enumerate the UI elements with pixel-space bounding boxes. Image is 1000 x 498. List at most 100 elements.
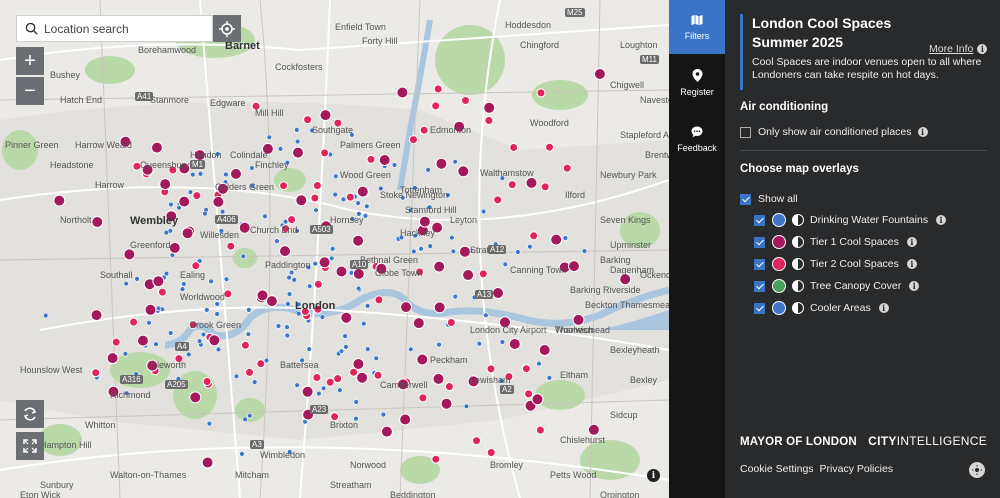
tier-1-cool-space-marker[interactable] xyxy=(418,215,431,228)
info-icon[interactable]: i xyxy=(906,237,917,247)
overlay-row[interactable]: Tier 2 Cool Spaces i xyxy=(754,257,917,271)
drinking-fountain-marker[interactable] xyxy=(362,213,369,219)
tier-1-cool-space-marker[interactable] xyxy=(467,375,480,388)
tier-2-cool-space-marker[interactable] xyxy=(484,116,494,125)
tier-1-cool-space-marker[interactable] xyxy=(178,162,191,175)
tier-2-cool-space-marker[interactable] xyxy=(444,382,454,392)
drinking-fountain-marker[interactable] xyxy=(316,390,322,397)
tier-2-cool-space-marker[interactable] xyxy=(240,340,250,350)
drinking-fountain-marker[interactable] xyxy=(186,351,192,358)
tier-1-cool-space-marker[interactable] xyxy=(201,456,214,469)
air-conditioned-checkbox[interactable] xyxy=(740,126,751,138)
drinking-fountain-marker[interactable] xyxy=(408,346,414,352)
drinking-fountain-marker[interactable] xyxy=(288,269,295,276)
tier-1-cool-space-marker[interactable] xyxy=(90,309,103,322)
tier-1-cool-space-marker[interactable] xyxy=(340,311,353,324)
drinking-fountain-marker[interactable] xyxy=(294,228,300,234)
tier-2-cool-space-marker[interactable] xyxy=(313,279,323,289)
cookie-settings-link[interactable]: Cookie Settings xyxy=(740,463,814,475)
tier-2-cool-space-marker[interactable] xyxy=(256,359,266,369)
tier-2-cool-space-marker[interactable] xyxy=(330,412,340,422)
drinking-fountain-marker[interactable] xyxy=(527,244,533,250)
drinking-fountain-marker[interactable] xyxy=(214,301,220,307)
drinking-fountain-marker[interactable] xyxy=(190,171,196,178)
tier-2-cool-space-marker[interactable] xyxy=(192,191,202,201)
drinking-fountain-marker[interactable] xyxy=(562,235,569,241)
map-attribution-info-icon[interactable]: i xyxy=(647,469,660,482)
tier-1-cool-space-marker[interactable] xyxy=(396,86,409,99)
tier-2-cool-space-marker[interactable] xyxy=(509,143,519,152)
tier-1-cool-space-marker[interactable] xyxy=(440,397,453,410)
tier-2-cool-space-marker[interactable] xyxy=(446,318,456,327)
drinking-fountain-marker[interactable] xyxy=(445,192,451,198)
tier-1-cool-space-marker[interactable] xyxy=(193,149,206,162)
opacity-toggle-icon[interactable] xyxy=(792,258,804,270)
overlay-row[interactable]: Tier 1 Cool Spaces i xyxy=(754,235,917,249)
tier-2-cool-space-marker[interactable] xyxy=(320,148,330,158)
tier-1-cool-space-marker[interactable] xyxy=(295,194,308,207)
drinking-fountain-marker[interactable] xyxy=(364,203,370,210)
drinking-fountain-marker[interactable] xyxy=(411,248,417,255)
drinking-fountain-marker[interactable] xyxy=(546,375,553,381)
tier-1-cool-space-marker[interactable] xyxy=(159,178,172,191)
tier-1-cool-space-marker[interactable] xyxy=(168,241,181,254)
tier-1-cool-space-marker[interactable] xyxy=(265,295,278,308)
tier-1-cool-space-marker[interactable] xyxy=(216,182,229,195)
tier-1-cool-space-marker[interactable] xyxy=(352,358,365,370)
drinking-fountain-marker[interactable] xyxy=(291,277,297,283)
tier-2-cool-space-marker[interactable] xyxy=(507,180,517,190)
overlay-checkbox[interactable] xyxy=(754,236,765,248)
location-search-input[interactable] xyxy=(44,21,194,36)
tier-2-cool-space-marker[interactable] xyxy=(129,317,139,327)
overlay-checkbox[interactable] xyxy=(754,302,765,314)
tier-2-cool-space-marker[interactable] xyxy=(535,425,545,435)
drinking-fountain-marker[interactable] xyxy=(239,451,245,457)
drinking-fountain-marker[interactable] xyxy=(215,346,222,353)
tier-1-cool-space-marker[interactable] xyxy=(412,317,425,330)
drinking-fountain-marker[interactable] xyxy=(296,310,302,317)
tier-1-cool-space-marker[interactable] xyxy=(380,425,393,438)
drinking-fountain-marker[interactable] xyxy=(330,246,336,252)
tier-1-cool-space-marker[interactable] xyxy=(433,301,446,314)
tier-1-cool-space-marker[interactable] xyxy=(462,269,475,281)
drinking-fountain-marker[interactable] xyxy=(427,204,433,210)
tier-1-cool-space-marker[interactable] xyxy=(397,378,410,391)
drinking-fountain-marker[interactable] xyxy=(476,341,482,347)
tier-2-cool-space-marker[interactable] xyxy=(486,448,496,457)
tier-1-cool-space-marker[interactable] xyxy=(431,221,444,234)
tier-1-cool-space-marker[interactable] xyxy=(432,372,445,385)
tier-2-cool-space-marker[interactable] xyxy=(312,373,322,382)
tier-1-cool-space-marker[interactable] xyxy=(457,165,470,178)
fullscreen-button[interactable] xyxy=(16,432,44,460)
drinking-fountain-marker[interactable] xyxy=(252,379,258,385)
more-info-link[interactable]: More Info i xyxy=(929,43,988,55)
info-icon[interactable]: i xyxy=(878,303,889,313)
tier-1-cool-space-marker[interactable] xyxy=(433,260,446,273)
tier-1-cool-space-marker[interactable] xyxy=(318,256,331,269)
drinking-fountain-marker[interactable] xyxy=(197,171,204,177)
tier-2-cool-space-marker[interactable] xyxy=(313,304,323,314)
tier-1-cool-space-marker[interactable] xyxy=(319,109,332,122)
drinking-fountain-marker[interactable] xyxy=(284,324,290,330)
tier-2-cool-space-marker[interactable] xyxy=(281,224,291,234)
drinking-fountain-marker[interactable] xyxy=(202,210,208,217)
tier-1-cool-space-marker[interactable] xyxy=(189,391,202,404)
tier-2-cool-space-marker[interactable] xyxy=(223,289,233,299)
drinking-fountain-marker[interactable] xyxy=(299,357,305,364)
opacity-toggle-icon[interactable] xyxy=(792,302,804,314)
nav-filters-tab[interactable]: Filters xyxy=(669,0,725,54)
tier-2-cool-space-marker[interactable] xyxy=(418,393,428,403)
drinking-fountain-marker[interactable] xyxy=(355,285,362,292)
tier-2-cool-space-marker[interactable] xyxy=(374,295,384,305)
drinking-fountain-marker[interactable] xyxy=(365,346,371,352)
nav-feedback-tab[interactable]: Feedback xyxy=(669,112,725,166)
zoom-in-button[interactable]: + xyxy=(16,47,44,75)
overlay-checkbox[interactable] xyxy=(754,258,765,270)
tier-2-cool-space-marker[interactable] xyxy=(461,96,470,105)
overlay-checkbox[interactable] xyxy=(754,280,765,292)
drinking-fountain-marker[interactable] xyxy=(266,134,272,141)
drinking-fountain-marker[interactable] xyxy=(187,189,194,195)
tier-1-cool-space-marker[interactable] xyxy=(483,101,496,114)
drinking-fountain-marker[interactable] xyxy=(122,351,129,357)
tier-1-cool-space-marker[interactable] xyxy=(375,262,388,275)
